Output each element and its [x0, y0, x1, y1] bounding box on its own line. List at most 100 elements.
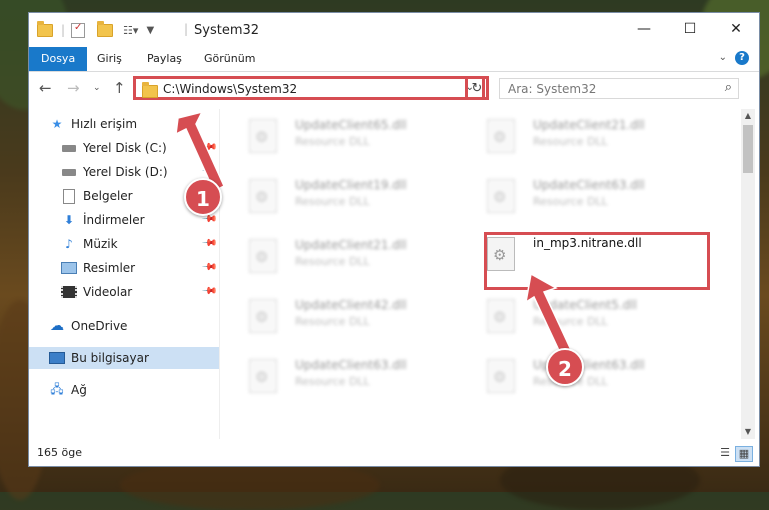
- up-button[interactable]: ↑: [113, 79, 126, 97]
- new-folder-icon[interactable]: [97, 20, 114, 37]
- search-box[interactable]: Ara: System32 ⌕: [499, 78, 739, 99]
- navigation-pane: ★ Hızlı erişim Yerel Disk (C:) 📌 Yerel D…: [29, 109, 220, 439]
- file-name: UpdateClient63.dll: [533, 178, 645, 192]
- sidebar-item-disk-d[interactable]: Yerel Disk (D:) 📌: [29, 161, 219, 183]
- forward-button[interactable]: →: [67, 79, 80, 97]
- vertical-scrollbar[interactable]: ▲ ▼: [741, 109, 755, 439]
- ribbon-tabs: Dosya Giriş Paylaş Görünüm ⌄ ?: [29, 47, 759, 72]
- dll-file-icon: [487, 119, 515, 153]
- file-item[interactable]: UpdateClient19.dll Resource DLL: [221, 173, 451, 229]
- back-button[interactable]: ←: [39, 79, 52, 97]
- sidebar-item-quick-access[interactable]: ★ Hızlı erişim: [29, 113, 219, 135]
- drive-icon: [61, 165, 77, 179]
- star-icon: ★: [51, 117, 63, 131]
- sidebar-item-network[interactable]: 🖧 Ağ: [29, 379, 219, 401]
- pin-icon[interactable]: 📌: [200, 139, 217, 156]
- file-item[interactable]: UpdateClient5.dll Resource DLL: [459, 293, 689, 349]
- tab-share[interactable]: Paylaş: [147, 47, 182, 71]
- pin-icon[interactable]: 📌: [200, 235, 217, 252]
- file-item[interactable]: UpdateClient65.dll Resource DLL: [221, 113, 451, 169]
- title-bar: | ✓ ☷▾ ▼ | System32 — ☐ ✕: [29, 13, 759, 47]
- download-icon: ⬇: [63, 213, 75, 227]
- sidebar-item-label: Belgeler: [83, 189, 133, 203]
- item-count: 165 öge: [37, 446, 82, 459]
- dll-file-icon: [249, 179, 277, 213]
- details-view-icon[interactable]: ☰: [717, 446, 733, 460]
- minimize-button[interactable]: —: [621, 13, 667, 45]
- file-name: UpdateClient19.dll: [295, 178, 407, 192]
- scroll-down-icon[interactable]: ▼: [741, 425, 755, 439]
- sidebar-item-label: Bu bilgisayar: [71, 351, 149, 365]
- file-item[interactable]: UpdateClient21.dll Resource DLL: [221, 233, 451, 289]
- dll-file-icon: [249, 299, 277, 333]
- file-name: UpdateClient42.dll: [295, 298, 407, 312]
- properties-icon[interactable]: ✓: [71, 22, 86, 38]
- recent-locations-icon[interactable]: ⌄: [93, 83, 101, 93]
- explorer-window: | ✓ ☷▾ ▼ | System32 — ☐ ✕ Dosya Giriş Pa…: [28, 12, 760, 467]
- drive-icon: [61, 141, 77, 155]
- large-icons-view-icon[interactable]: ▦: [735, 446, 753, 462]
- refresh-button[interactable]: ↻: [465, 76, 489, 100]
- sidebar-item-this-pc[interactable]: Bu bilgisayar: [29, 347, 219, 369]
- sidebar-item-onedrive[interactable]: ☁ OneDrive: [29, 315, 219, 337]
- sidebar-item-downloads[interactable]: ⬇ İndirmeler 📌: [29, 209, 219, 231]
- sidebar-item-label: Müzik: [83, 237, 118, 251]
- title-separator: |: [184, 22, 189, 36]
- file-item[interactable]: UpdateClient63.dll Resource DLL: [459, 173, 689, 229]
- folder-icon: [37, 20, 53, 37]
- video-icon: [61, 285, 77, 299]
- sidebar-item-label: Resimler: [83, 261, 136, 275]
- separator: |: [61, 23, 66, 37]
- cloud-icon: ☁: [50, 318, 64, 334]
- search-icon: ⌕: [724, 80, 732, 95]
- dropdown-arrow-icon[interactable]: ▼: [146, 25, 154, 36]
- sidebar-item-music[interactable]: ♪ Müzik 📌: [29, 233, 219, 255]
- file-type: Resource DLL: [533, 195, 608, 208]
- file-item[interactable]: UpdateClient42.dll Resource DLL: [221, 293, 451, 349]
- expand-ribbon-icon[interactable]: ⌄: [719, 52, 727, 63]
- file-name: UpdateClient5.dll: [533, 298, 637, 312]
- file-name: UpdateClient63.dll: [295, 358, 407, 372]
- sidebar-item-videos[interactable]: Videolar 📌: [29, 281, 219, 303]
- sidebar-item-disk-c[interactable]: Yerel Disk (C:) 📌: [29, 137, 219, 159]
- computer-icon: [49, 351, 65, 365]
- folder-icon: [142, 82, 158, 98]
- maximize-button[interactable]: ☐: [667, 13, 713, 45]
- document-icon: [61, 188, 77, 204]
- file-item[interactable]: UpdateClient63.dll Resource DLL: [221, 353, 451, 409]
- navigation-bar: ← → ⌄ ↑ C:\Windows\System32 ⌄ ↻ Ara: Sys…: [29, 73, 759, 103]
- tab-file[interactable]: Dosya: [29, 47, 88, 71]
- file-type: Resource DLL: [295, 135, 370, 148]
- sidebar-item-label: Ağ: [71, 383, 87, 397]
- help-icon[interactable]: ?: [735, 51, 749, 65]
- scroll-thumb[interactable]: [743, 125, 753, 173]
- pin-icon[interactable]: 📌: [200, 283, 217, 300]
- sidebar-item-label: Yerel Disk (D:): [83, 165, 168, 179]
- tab-view[interactable]: Görünüm: [204, 47, 255, 71]
- file-type: Resource DLL: [295, 315, 370, 328]
- close-button[interactable]: ✕: [713, 13, 759, 45]
- file-type: Resource DLL: [295, 195, 370, 208]
- status-bar: 165 öge ☰ ▦: [29, 441, 759, 465]
- refresh-icon: ↻: [471, 80, 483, 96]
- quick-access-toolbar: | ✓ ☷▾ ▼: [37, 20, 154, 39]
- file-type: Resource DLL: [533, 315, 608, 328]
- address-bar[interactable]: C:\Windows\System32 ⌄: [133, 76, 485, 100]
- file-item[interactable]: UpdateClient21.dll Resource DLL: [459, 113, 689, 169]
- search-placeholder: Ara: System32: [508, 82, 597, 96]
- scroll-up-icon[interactable]: ▲: [741, 109, 755, 123]
- sidebar-item-label: Videolar: [83, 285, 133, 299]
- highlight-box: [484, 232, 710, 290]
- sidebar-item-label: Yerel Disk (C:): [83, 141, 167, 155]
- sidebar-item-label: Hızlı erişim: [71, 117, 138, 131]
- file-type: Resource DLL: [533, 135, 608, 148]
- customize-toolbar-icon[interactable]: ☷▾: [123, 24, 138, 37]
- step-badge-2: 2: [546, 348, 584, 386]
- dll-file-icon: [487, 179, 515, 213]
- pin-icon[interactable]: 📌: [200, 259, 217, 276]
- file-name: UpdateClient65.dll: [295, 118, 407, 132]
- file-type: Resource DLL: [295, 375, 370, 388]
- tab-home[interactable]: Giriş: [97, 47, 122, 71]
- sidebar-item-pictures[interactable]: Resimler 📌: [29, 257, 219, 279]
- dll-file-icon: [249, 119, 277, 153]
